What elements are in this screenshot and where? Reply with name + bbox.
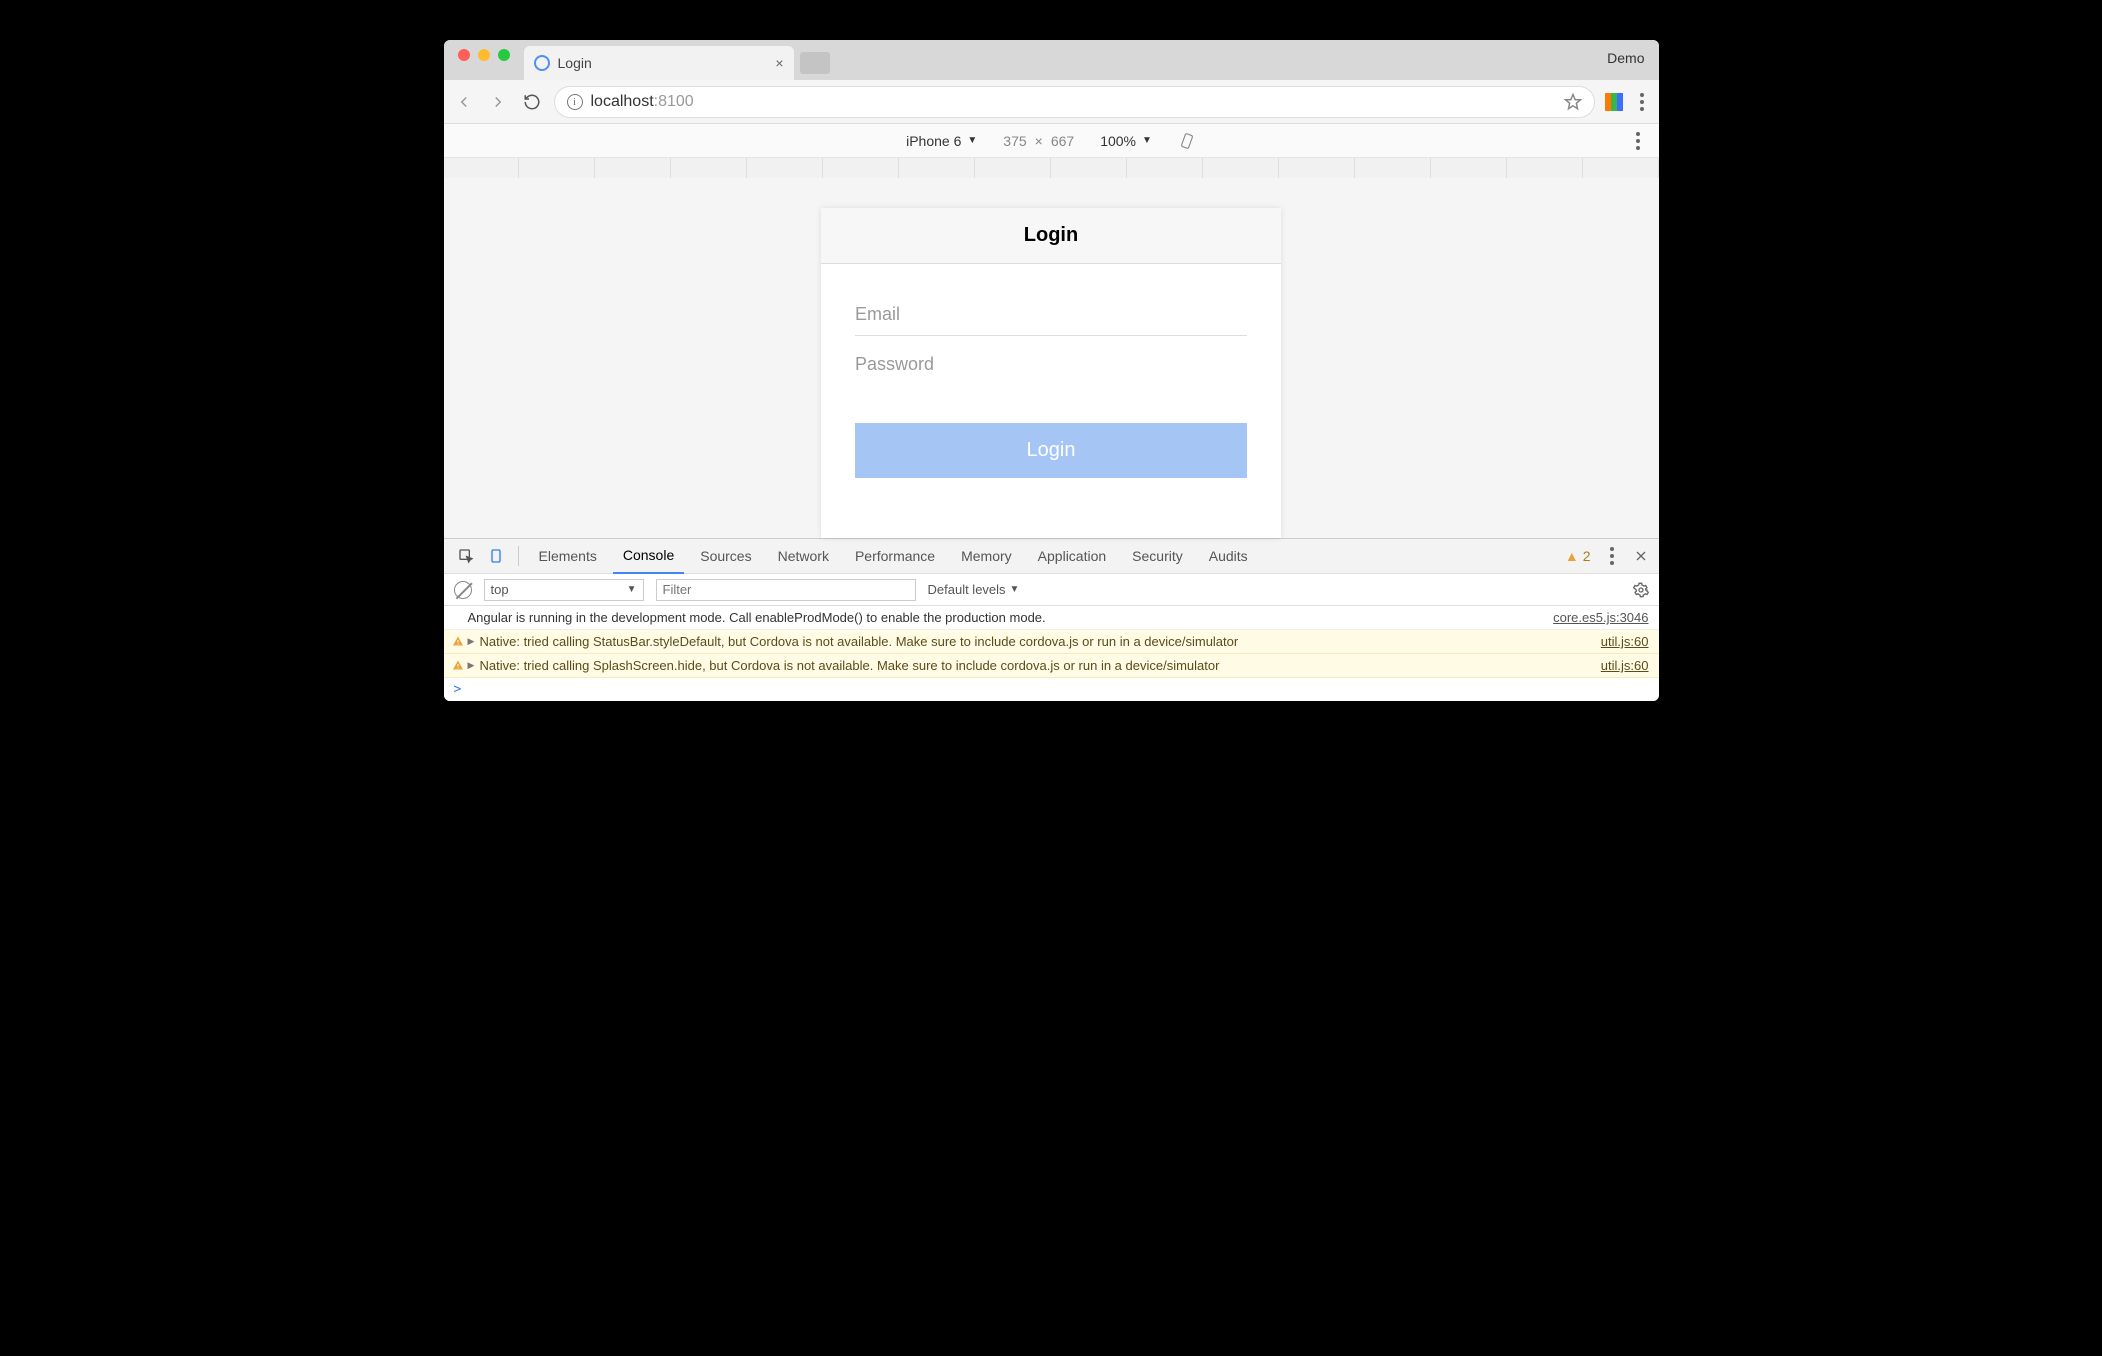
window-controls — [444, 49, 524, 71]
minimize-window-icon[interactable] — [478, 49, 490, 61]
rotate-icon[interactable] — [1178, 132, 1196, 150]
zoom-select[interactable]: 100% ▼ — [1100, 133, 1152, 149]
console-toolbar: top ▼ Default levels ▼ — [444, 574, 1659, 606]
tab-sources[interactable]: Sources — [690, 538, 761, 574]
warning-icon — [452, 635, 464, 647]
expand-caret-icon[interactable]: ▶ — [468, 636, 475, 647]
site-info-icon[interactable] — [567, 94, 583, 110]
context-select[interactable]: top ▼ — [484, 579, 644, 601]
url-text: localhost:8100 — [591, 93, 694, 111]
devtools-tabbar: Elements Console Sources Network Perform… — [444, 538, 1659, 574]
login-button[interactable]: Login — [855, 423, 1247, 478]
tab-security[interactable]: Security — [1122, 538, 1193, 574]
close-window-icon[interactable] — [458, 49, 470, 61]
chevron-down-icon: ▼ — [1142, 135, 1152, 146]
chevron-down-icon: ▼ — [1010, 584, 1020, 595]
tab-console[interactable]: Console — [613, 538, 684, 574]
console-prompt[interactable]: > — [444, 678, 1659, 701]
address-bar: localhost:8100 — [444, 80, 1659, 124]
context-value: top — [491, 582, 509, 597]
warning-count-badge[interactable]: ▲ 2 — [1565, 548, 1591, 564]
log-levels-select[interactable]: Default levels ▼ — [928, 582, 1020, 597]
emulated-viewport: Login Login — [444, 178, 1659, 538]
extension-icon[interactable] — [1605, 93, 1623, 111]
close-devtools-icon[interactable] — [1633, 548, 1649, 564]
log-message: Angular is running in the development mo… — [468, 610, 1534, 625]
log-row: Angular is running in the development mo… — [444, 606, 1659, 630]
filter-input[interactable] — [656, 579, 916, 601]
dimensions: 375 × 667 — [1003, 133, 1074, 149]
device-mode-icon[interactable] — [484, 544, 508, 568]
tab-network[interactable]: Network — [768, 538, 839, 574]
email-field[interactable] — [855, 304, 1247, 325]
zoom-value: 100% — [1100, 133, 1136, 149]
device-menu-icon[interactable] — [1629, 132, 1647, 150]
bookmark-icon[interactable] — [1564, 93, 1582, 111]
log-row: ▶ Native: tried calling StatusBar.styleD… — [444, 630, 1659, 654]
gear-icon[interactable] — [1633, 582, 1649, 598]
browser-window: Login × Demo localhost:8100 iPhone 6 ▼ — [444, 40, 1659, 701]
warning-count: 2 — [1583, 548, 1591, 564]
app-frame: Login Login — [821, 208, 1281, 538]
favicon-icon — [534, 55, 550, 71]
maximize-window-icon[interactable] — [498, 49, 510, 61]
browser-tab[interactable]: Login × — [524, 46, 794, 80]
tab-application[interactable]: Application — [1028, 538, 1117, 574]
log-source[interactable]: core.es5.js:3046 — [1553, 610, 1648, 625]
tab-title: Login — [558, 55, 592, 71]
tab-bar: Login × Demo — [444, 40, 1659, 80]
warning-icon — [452, 659, 464, 671]
close-tab-icon[interactable]: × — [775, 55, 783, 71]
page-title: Login — [821, 208, 1281, 264]
password-field[interactable] — [855, 354, 1247, 375]
email-field-wrapper — [855, 294, 1247, 336]
warning-icon: ▲ — [1565, 548, 1579, 564]
password-field-wrapper — [855, 344, 1247, 385]
device-toolbar: iPhone 6 ▼ 375 × 667 100% ▼ — [444, 124, 1659, 158]
device-select[interactable]: iPhone 6 ▼ — [906, 133, 977, 149]
clear-console-icon[interactable] — [454, 581, 472, 599]
reload-button[interactable] — [520, 90, 544, 114]
log-source[interactable]: util.js:60 — [1601, 634, 1649, 649]
back-button[interactable] — [452, 90, 476, 114]
device-height[interactable]: 667 — [1051, 133, 1074, 149]
forward-button[interactable] — [486, 90, 510, 114]
tab-memory[interactable]: Memory — [951, 538, 1022, 574]
log-row: ▶ Native: tried calling SplashScreen.hid… — [444, 654, 1659, 678]
log-levels-value: Default levels — [928, 582, 1006, 597]
tab-audits[interactable]: Audits — [1199, 538, 1258, 574]
inspect-icon[interactable] — [454, 544, 478, 568]
new-tab-button[interactable] — [800, 52, 830, 74]
browser-menu-icon[interactable] — [1633, 93, 1651, 111]
chevron-down-icon: ▼ — [967, 135, 977, 146]
device-name: iPhone 6 — [906, 133, 961, 149]
chevron-down-icon: ▼ — [627, 584, 637, 595]
tab-elements[interactable]: Elements — [529, 538, 607, 574]
log-source[interactable]: util.js:60 — [1601, 658, 1649, 673]
ruler — [444, 158, 1659, 178]
url-field[interactable]: localhost:8100 — [554, 86, 1595, 118]
profile-label[interactable]: Demo — [1607, 50, 1644, 66]
login-form: Login — [821, 264, 1281, 498]
tab-performance[interactable]: Performance — [845, 538, 945, 574]
devtools-menu-icon[interactable] — [1603, 547, 1621, 565]
log-message: Native: tried calling StatusBar.styleDef… — [480, 634, 1581, 649]
expand-caret-icon[interactable]: ▶ — [468, 660, 475, 671]
console-output: Angular is running in the development mo… — [444, 606, 1659, 701]
log-message: Native: tried calling SplashScreen.hide,… — [480, 658, 1581, 673]
device-width[interactable]: 375 — [1003, 133, 1026, 149]
